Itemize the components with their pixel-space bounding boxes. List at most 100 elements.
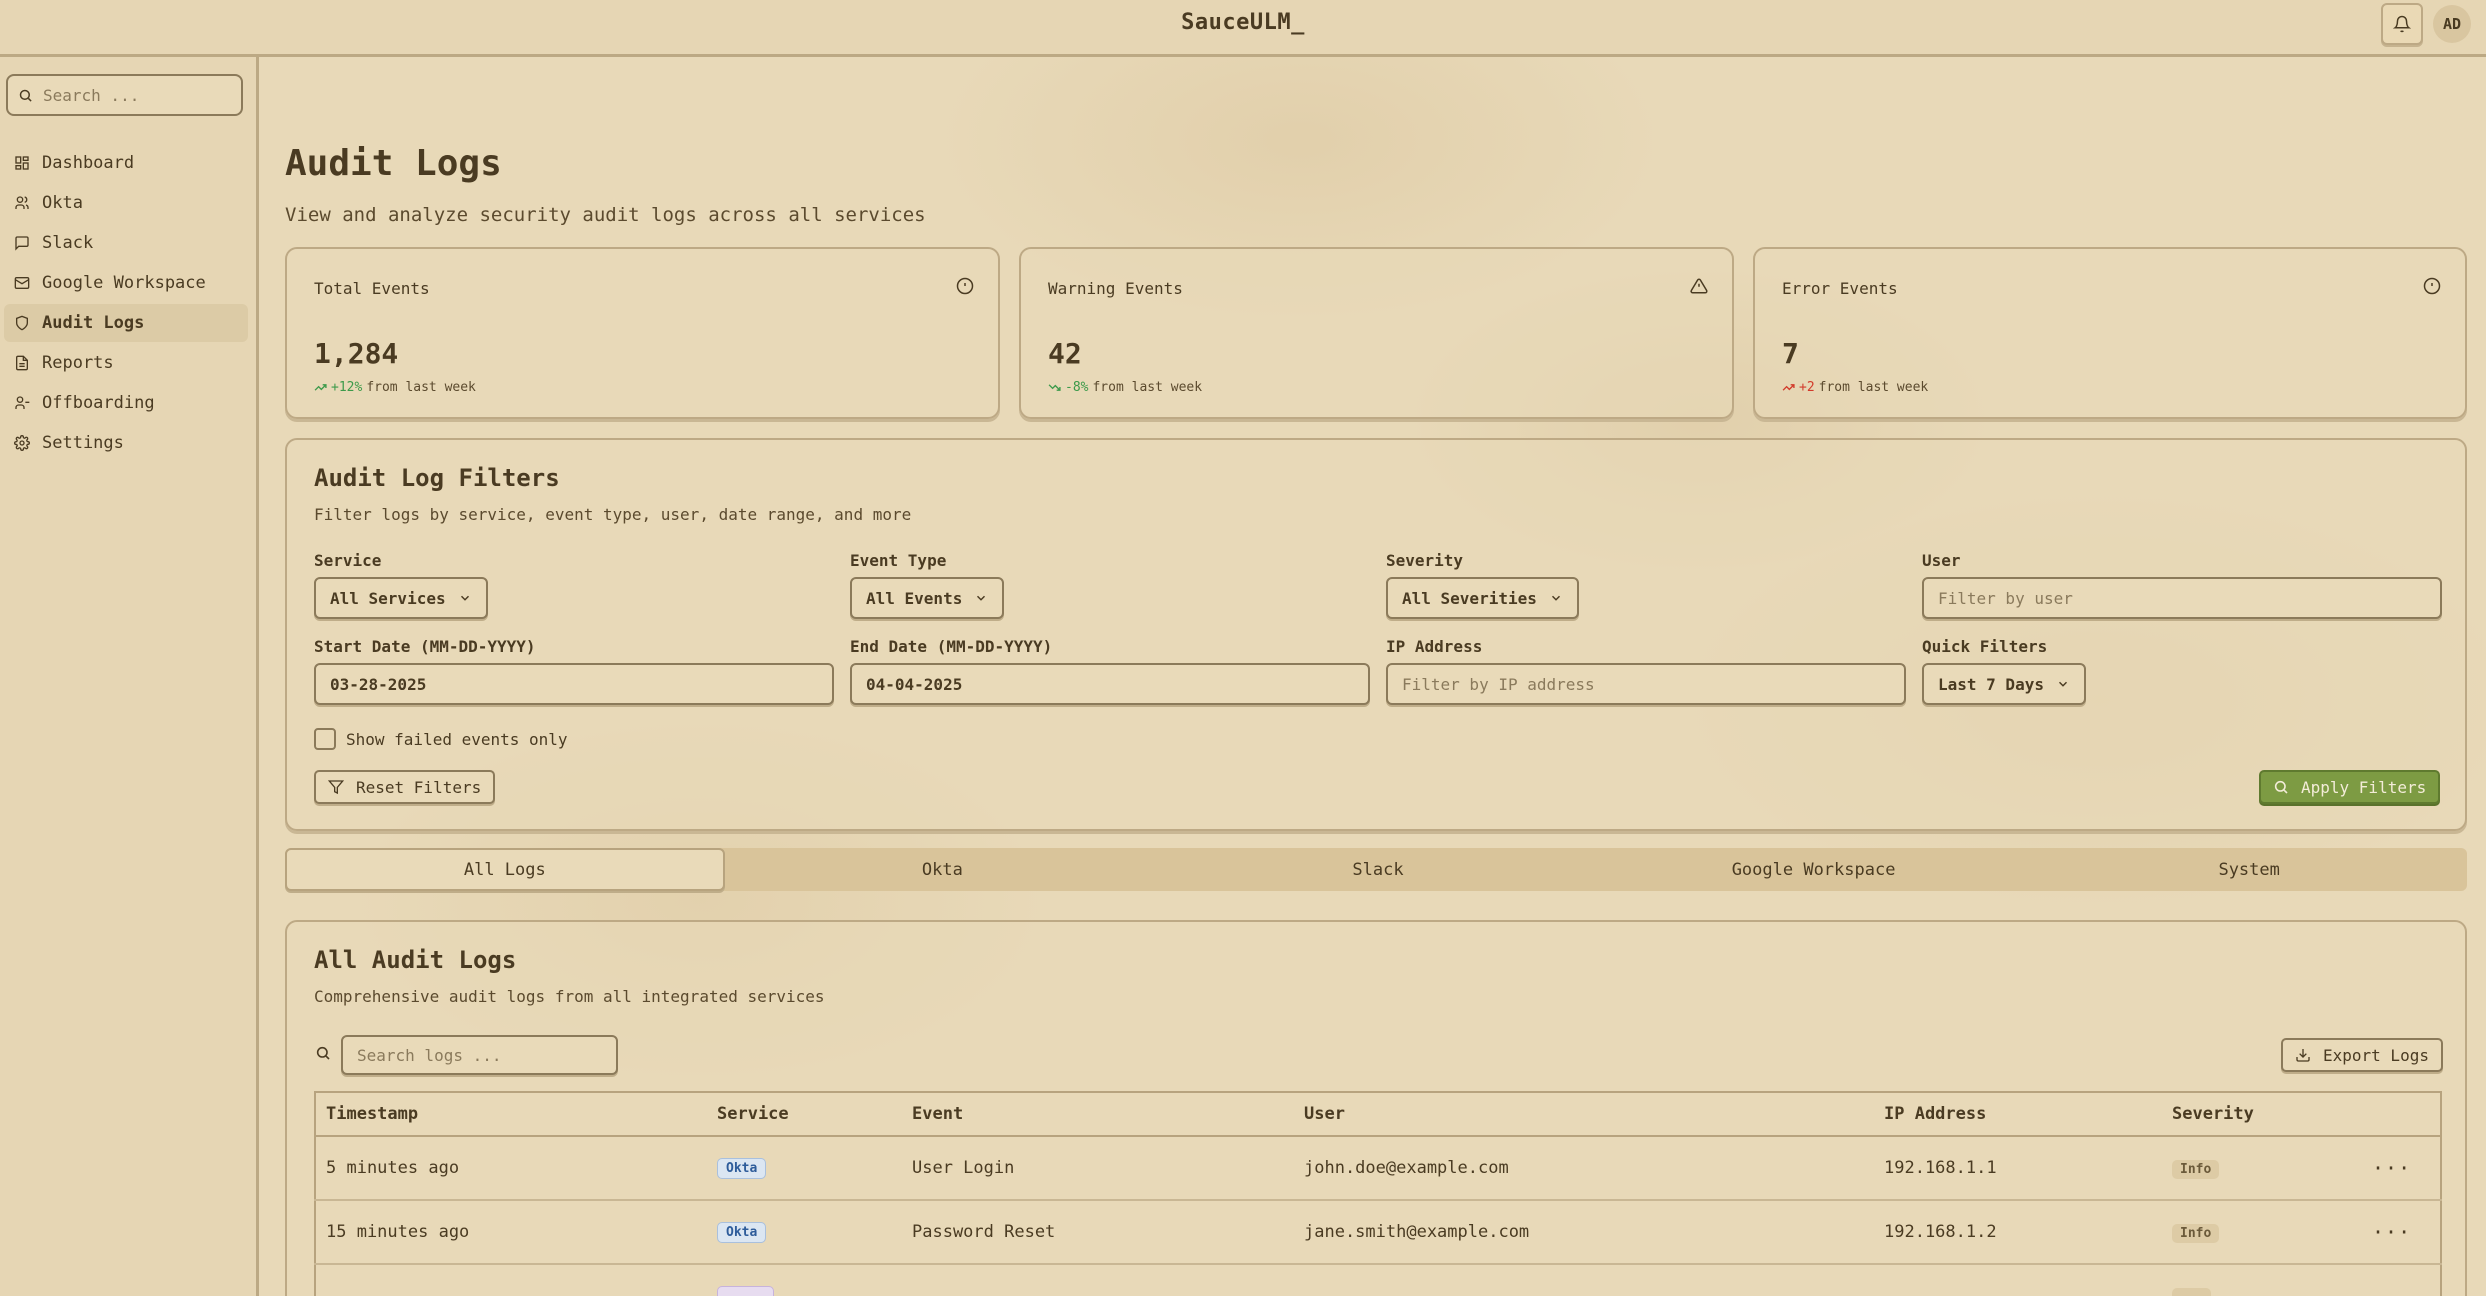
filters-subtitle: Filter logs by service, event type, user…: [314, 505, 912, 524]
more-actions-icon[interactable]: ···: [2372, 1220, 2411, 1244]
sidebar-item-offboarding[interactable]: Offboarding: [4, 384, 248, 422]
cell-ip: 192.168.1.1: [1874, 1136, 2162, 1201]
cell-severity: [2162, 1264, 2362, 1296]
info-icon: [2423, 277, 2441, 295]
sidebar-item-okta[interactable]: Okta: [4, 184, 248, 222]
user-filter-field[interactable]: [1922, 577, 2442, 619]
stat-value: 7: [1782, 337, 1799, 370]
tab-google-workspace[interactable]: Google Workspace: [1596, 848, 2032, 891]
sidebar-item-label: Audit Logs: [42, 313, 145, 333]
cell-service: [707, 1264, 902, 1296]
end-date-field[interactable]: [850, 663, 1370, 705]
tab-system[interactable]: System: [2031, 848, 2467, 891]
severity-label: Severity: [1386, 551, 1464, 570]
search-icon: [316, 1046, 330, 1060]
page-subtitle: View and analyze security audit logs acr…: [285, 204, 926, 226]
sidebar-item-audit-logs[interactable]: Audit Logs: [4, 304, 248, 342]
severity-select[interactable]: All Severities: [1386, 577, 1579, 619]
dashboard-icon: [15, 156, 29, 170]
cell-user: [1294, 1264, 1874, 1296]
end-date-input[interactable]: [866, 674, 1354, 694]
warning-triangle-icon: [1690, 278, 1708, 294]
cell-service: Okta: [707, 1200, 902, 1265]
column-header-ip-address[interactable]: IP Address: [1874, 1092, 2162, 1137]
event-type-label: Event Type: [850, 551, 947, 570]
column-header-timestamp[interactable]: Timestamp: [315, 1092, 707, 1137]
logs-subtitle: Comprehensive audit logs from all integr…: [314, 987, 825, 1006]
user-filter-input[interactable]: [1938, 588, 2426, 608]
stat-change: -8% from last week: [1048, 380, 1202, 395]
apply-filters-button[interactable]: Apply Filters: [2259, 770, 2441, 804]
cell-ip: 192.168.1.2: [1874, 1200, 2162, 1265]
ip-address-input[interactable]: [1402, 674, 1890, 694]
apply-filters-label: Apply Filters: [2301, 777, 2427, 797]
ip-address-field[interactable]: [1386, 663, 1906, 705]
sidebar-item-reports[interactable]: Reports: [4, 344, 248, 382]
sidebar-item-label: Okta: [42, 193, 83, 213]
cell-user: jane.smith@example.com: [1294, 1200, 1874, 1265]
sidebar-search[interactable]: [6, 74, 243, 116]
stat-label: Warning Events: [1048, 279, 1183, 298]
tab-all-logs[interactable]: All Logs: [285, 848, 725, 891]
column-header-severity[interactable]: Severity: [2162, 1092, 2362, 1137]
stat-card-warning: Warning Events 42 -8% from last week: [1019, 247, 1734, 419]
more-actions-icon[interactable]: ···: [2372, 1156, 2411, 1180]
stat-value: 42: [1048, 337, 1082, 370]
bell-icon: [2393, 15, 2411, 33]
app-title: SauceULM_: [1181, 10, 1305, 35]
page-title: Audit Logs: [285, 143, 502, 184]
notifications-button[interactable]: [2381, 3, 2423, 45]
stat-change-suffix: from last week: [366, 380, 476, 395]
search-icon: [19, 89, 32, 102]
service-badge: Okta: [717, 1158, 767, 1179]
cell-ip: [1874, 1264, 2162, 1296]
sidebar-item-slack[interactable]: Slack: [4, 224, 248, 262]
table-row[interactable]: 15 minutes ago Okta Password Reset jane.…: [315, 1200, 2441, 1265]
tab-okta[interactable]: Okta: [725, 848, 1161, 891]
event-type-select-value: All Events: [866, 588, 963, 608]
column-header-service[interactable]: Service: [707, 1092, 902, 1137]
tab-slack[interactable]: Slack: [1160, 848, 1596, 891]
file-icon: [16, 355, 28, 371]
user-minus-icon: [15, 396, 30, 409]
chevron-down-icon: [1551, 595, 1560, 601]
chevron-down-icon: [460, 595, 469, 601]
logs-search-input[interactable]: [357, 1045, 602, 1065]
cell-severity: Info: [2162, 1200, 2362, 1265]
column-header-user[interactable]: User: [1294, 1092, 1874, 1137]
stat-change: +12% from last week: [314, 380, 476, 395]
reset-filters-button[interactable]: Reset Filters: [314, 770, 496, 804]
column-header-event[interactable]: Event: [902, 1092, 1294, 1137]
service-select[interactable]: All Services: [314, 577, 488, 619]
sidebar-item-settings[interactable]: Settings: [4, 424, 248, 462]
avatar[interactable]: AD: [2433, 5, 2471, 43]
column-header-actions: [2362, 1092, 2441, 1137]
stat-card-total: Total Events 1,284 +12% from last week: [285, 247, 1000, 419]
users-icon: [15, 196, 29, 209]
reset-filters-label: Reset Filters: [356, 777, 482, 797]
shield-icon: [16, 315, 28, 331]
sidebar-item-google-workspace[interactable]: Google Workspace: [4, 264, 248, 302]
table-row[interactable]: [315, 1264, 2441, 1296]
event-type-select[interactable]: All Events: [850, 577, 1005, 619]
cell-timestamp: 15 minutes ago: [315, 1200, 707, 1265]
filter-icon: [328, 780, 344, 795]
export-logs-button[interactable]: Export Logs: [2281, 1038, 2443, 1072]
severity-badge: Info: [2172, 1223, 2220, 1243]
failed-only-checkbox[interactable]: [314, 728, 336, 750]
severity-select-value: All Severities: [1402, 588, 1537, 608]
severity-badge: Info: [2172, 1159, 2220, 1179]
start-date-input[interactable]: [330, 674, 818, 694]
sidebar-item-dashboard[interactable]: Dashboard: [4, 144, 248, 182]
table-row[interactable]: 5 minutes ago Okta User Login john.doe@e…: [315, 1136, 2441, 1201]
service-select-value: All Services: [330, 588, 446, 608]
cell-event: Password Reset: [902, 1200, 1294, 1265]
start-date-field[interactable]: [314, 663, 834, 705]
quick-filters-select[interactable]: Last 7 Days: [1922, 663, 2086, 705]
sidebar-search-input[interactable]: [43, 85, 233, 105]
logs-search-field[interactable]: [341, 1035, 618, 1075]
cell-actions: ···: [2362, 1200, 2441, 1265]
sidebar-item-label: Settings: [42, 433, 124, 453]
quick-filters-label: Quick Filters: [1922, 637, 2048, 656]
top-bar: SauceULM_ AD: [0, 0, 2486, 57]
